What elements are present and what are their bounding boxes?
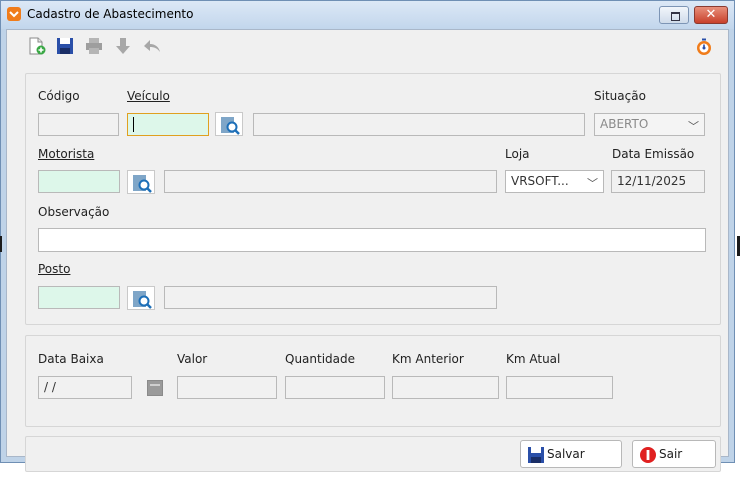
valor-field[interactable] xyxy=(177,376,277,399)
exit-icon xyxy=(640,447,656,463)
data-emissao-field[interactable]: 12/11/2025 xyxy=(611,170,705,193)
download-icon xyxy=(116,38,130,54)
data-baixa-field[interactable]: / / xyxy=(38,376,132,399)
km-atual-field[interactable] xyxy=(506,376,613,399)
undo-button[interactable] xyxy=(142,36,162,56)
chevron-down-icon: ﹀ xyxy=(688,120,699,133)
observacao-label: Observação xyxy=(38,205,110,219)
print-button[interactable] xyxy=(84,36,104,56)
chevron-down-icon: ﹀ xyxy=(587,177,598,190)
edge-mark-left xyxy=(0,236,2,252)
search-icon xyxy=(133,175,152,193)
edge-mark-right xyxy=(737,236,740,256)
timer-icon xyxy=(697,38,711,55)
save-button[interactable]: Salvar xyxy=(520,440,622,468)
codigo-field[interactable] xyxy=(38,113,119,136)
posto-description-field xyxy=(164,286,497,309)
posto-search-button[interactable] xyxy=(127,286,155,310)
valor-label: Valor xyxy=(177,352,208,366)
save-icon xyxy=(57,38,73,54)
calendar-icon[interactable] xyxy=(147,380,163,396)
observacao-input[interactable] xyxy=(38,228,706,252)
exit-button-label: Sair xyxy=(659,447,683,461)
save-icon xyxy=(528,447,544,463)
close-icon: ✕ xyxy=(705,7,717,22)
codigo-label: Código xyxy=(38,89,80,103)
situacao-label: Situação xyxy=(594,89,646,103)
loja-value: VRSOFT... xyxy=(511,174,569,188)
restore-button[interactable] xyxy=(659,6,689,24)
situacao-select[interactable]: ABERTO ﹀ xyxy=(594,113,705,136)
veiculo-search-button[interactable] xyxy=(215,112,243,136)
search-icon xyxy=(133,291,152,309)
motorista-label: Motorista xyxy=(38,147,95,161)
motorista-input[interactable] xyxy=(38,170,120,193)
veiculo-input[interactable] xyxy=(127,113,209,136)
print-icon xyxy=(86,38,102,54)
motorista-search-button[interactable] xyxy=(127,170,155,194)
new-document-button[interactable] xyxy=(27,36,47,56)
data-baixa-label: Data Baixa xyxy=(38,352,104,366)
quantidade-field[interactable] xyxy=(285,376,385,399)
search-icon xyxy=(221,117,240,135)
save-toolbar-button[interactable] xyxy=(55,36,75,56)
quantidade-label: Quantidade xyxy=(285,352,356,366)
data-emissao-label: Data Emissão xyxy=(612,147,695,161)
timer-button[interactable] xyxy=(694,37,714,57)
close-button[interactable]: ✕ xyxy=(694,6,728,24)
app-icon xyxy=(7,7,21,21)
loja-label: Loja xyxy=(505,147,530,161)
veiculo-description-field xyxy=(253,113,585,136)
undo-icon xyxy=(144,40,160,52)
text-caret xyxy=(133,117,134,132)
km-anterior-field[interactable] xyxy=(392,376,499,399)
window-title: Cadastro de Abastecimento xyxy=(27,7,194,21)
situacao-value: ABERTO xyxy=(600,117,649,131)
download-button[interactable] xyxy=(113,36,133,56)
new-document-icon xyxy=(29,37,46,55)
km-atual-label: Km Atual xyxy=(506,352,561,366)
veiculo-label: Veículo xyxy=(127,89,170,103)
exit-button[interactable]: Sair xyxy=(632,440,716,468)
motorista-description-field xyxy=(164,170,497,193)
posto-label: Posto xyxy=(38,262,71,276)
save-button-label: Salvar xyxy=(547,447,585,461)
km-anterior-label: Km Anterior xyxy=(392,352,464,366)
loja-select[interactable]: VRSOFT... ﹀ xyxy=(505,170,604,193)
posto-input[interactable] xyxy=(38,286,120,309)
